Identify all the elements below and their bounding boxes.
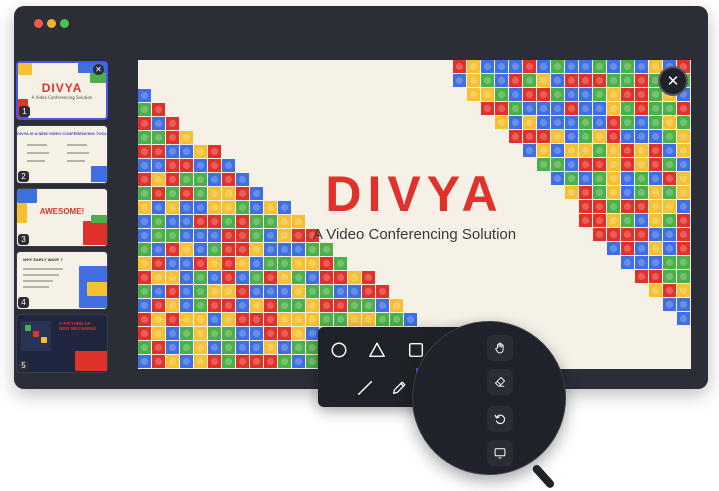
thumbnail-title: A PICTURE OF NEW BEGINNING [59,321,97,331]
slide-title: DIVYA [325,166,504,222]
slide-subtitle: A Video Conferencing Solution [312,226,517,243]
screen-share-icon[interactable] [487,440,513,466]
hand-icon[interactable] [487,335,513,361]
thumbnail-title: DIVYA [41,81,83,95]
slide-number: 2 [18,171,29,182]
thumbnail-subtitle: A Video Conferencing Solution [31,95,93,100]
slide-number: 4 [18,297,29,308]
slide-number: 3 [18,234,29,245]
magnifier-lens [412,321,566,475]
thumbnail-title: DIVYA IS A NEW VIDEO CONFERENCING TOOL [17,131,108,136]
slide-canvas[interactable]: DIVYA A Video Conferencing Solution [138,60,691,369]
slide-thumbnail-2[interactable]: DIVYA IS A NEW VIDEO CONFERENCING TOOL 2 [16,125,108,184]
slide-thumbnail-3[interactable]: AWESOME! 3 [16,188,108,247]
window-close-button[interactable] [34,19,43,28]
eraser-icon[interactable] [487,369,513,395]
slide-number: 1 [19,106,30,117]
triangle-icon[interactable] [362,335,392,365]
slide-number: 5 [18,360,29,371]
thumbnail-title: AWESOME! [39,207,85,216]
pencil-icon[interactable] [384,373,414,403]
line-icon[interactable] [350,373,380,403]
close-icon[interactable]: ✕ [93,64,104,75]
window-minimize-button[interactable] [47,19,56,28]
slide-thumbnail-5[interactable]: A PICTURE OF NEW BEGINNING 5 [16,314,108,373]
thumbnail-title: WHY EARLY WAVE ? [23,257,63,262]
slide-thumbnail-1[interactable]: DIVYA A Video Conferencing Solution ✕ 1 [16,61,108,120]
undo-icon[interactable] [487,406,513,432]
close-icon[interactable]: ✕ [658,66,688,96]
slide-thumbnail-4[interactable]: WHY EARLY WAVE ? 4 [16,251,108,310]
magnifier-handle [531,463,556,490]
window-maximize-button[interactable] [60,19,69,28]
circle-icon[interactable] [324,335,354,365]
